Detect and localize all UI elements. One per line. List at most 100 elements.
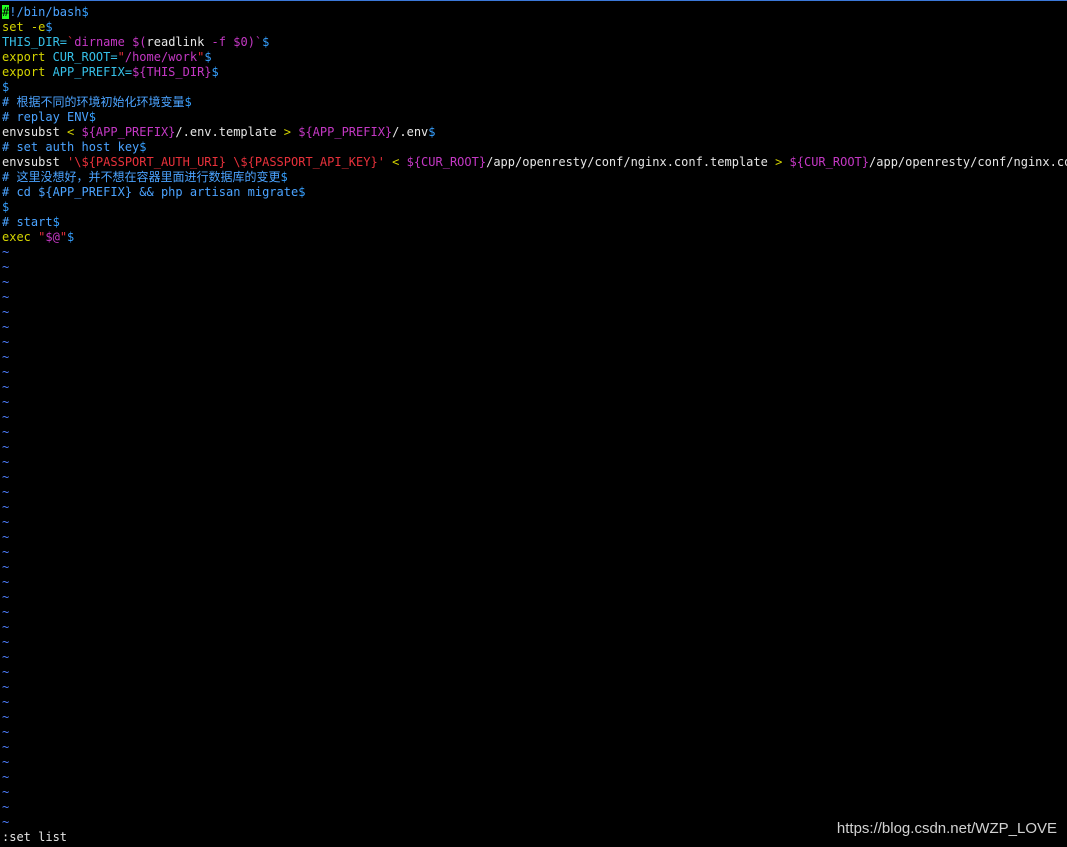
code-line[interactable]: export CUR_ROOT="/home/work"$	[2, 50, 1067, 65]
empty-line-tilde: ~	[2, 350, 10, 364]
code-line[interactable]: THIS_DIR=`dirname $(readlink -f $0)`$	[2, 35, 1067, 50]
empty-line-tilde: ~	[2, 605, 10, 619]
code-line[interactable]: $	[2, 200, 1067, 215]
code-token: >	[775, 155, 790, 169]
code-line[interactable]: export APP_PREFIX=${THIS_DIR}$	[2, 65, 1067, 80]
end-of-line-marker: $	[45, 20, 53, 34]
code-token: /app/openresty/conf/nginx.conf	[869, 155, 1067, 169]
code-line[interactable]: envsubst '\${PASSPORT_AUTH_URI} \${PASSP…	[2, 155, 1067, 170]
end-of-line-marker: $	[81, 5, 89, 19]
code-token: /home/work	[124, 50, 198, 64]
code-token: APP_PREFIX=	[52, 65, 133, 79]
code-line[interactable]: # cd ${APP_PREFIX} && php artisan migrat…	[2, 185, 1067, 200]
end-of-line-marker: $	[88, 110, 96, 124]
empty-line-tilde: ~	[2, 650, 10, 664]
code-token: # 根据不同的环境初始化环境变量	[2, 95, 185, 109]
end-of-line-marker: $	[298, 185, 306, 199]
code-line[interactable]: # set auth host key$	[2, 140, 1067, 155]
empty-line-tilde: ~	[2, 290, 10, 304]
empty-line-tilde: ~	[2, 500, 10, 514]
code-token: CUR_ROOT=	[52, 50, 118, 64]
code-token: export	[2, 65, 53, 79]
code-line[interactable]: #!/bin/bash$	[2, 5, 1067, 20]
code-token: exec	[2, 230, 39, 244]
end-of-line-marker: $	[184, 95, 192, 109]
end-of-line-marker: $	[262, 35, 270, 49]
code-line[interactable]: set -e$	[2, 20, 1067, 35]
empty-line-tilde: ~	[2, 620, 10, 634]
empty-line-tilde: ~	[2, 395, 10, 409]
code-token: )`	[247, 35, 263, 49]
empty-line-tilde: ~	[2, 725, 10, 739]
empty-line-tilde: ~	[2, 665, 10, 679]
code-line[interactable]: # replay ENV$	[2, 110, 1067, 125]
code-line[interactable]: exec "$@"$	[2, 230, 1067, 245]
empty-line-tilde: ~	[2, 545, 10, 559]
empty-line-tilde: ~	[2, 785, 10, 799]
terminal-window[interactable]: #!/bin/bash$ set -e$ THIS_DIR=`dirname $(r…	[0, 0, 1067, 847]
code-token: # 这里没想好，并不想在容器里面进行数据库的变更	[2, 170, 281, 184]
empty-line-tilde: ~	[2, 560, 10, 574]
empty-line-tilde: ~	[2, 800, 10, 814]
end-of-line-marker: $	[2, 200, 10, 214]
empty-line-tilde: ~	[2, 635, 10, 649]
code-token: # cd ${APP_PREFIX} && php artisan migrat…	[2, 185, 299, 199]
empty-line-tilde: ~	[2, 320, 10, 334]
code-token: "	[117, 50, 125, 64]
end-of-line-marker: $	[280, 170, 288, 184]
code-token: # replay ENV	[2, 110, 89, 124]
empty-line-tilde: ~	[2, 710, 10, 724]
empty-line-tilde: ~	[2, 470, 10, 484]
code-token: $0	[233, 35, 248, 49]
empty-line-tilde: ~	[2, 365, 10, 379]
empty-line-tilde: ~	[2, 440, 10, 454]
end-of-line-marker: $	[67, 230, 75, 244]
code-token: ${THIS_DIR}	[132, 65, 212, 79]
empty-line-tilde: ~	[2, 740, 10, 754]
code-token: '\${PASSPORT_AUTH_URI} \${PASSPORT_API_K…	[67, 155, 385, 169]
empty-line-tilde: ~	[2, 425, 10, 439]
code-token: -f	[211, 35, 234, 49]
code-token: ${CUR_ROOT}	[406, 155, 487, 169]
code-line[interactable]: $	[2, 80, 1067, 95]
code-token: /app/openresty/conf/nginx.conf.template	[486, 155, 776, 169]
code-token: export	[2, 50, 53, 64]
code-token: ${APP_PREFIX}	[81, 125, 176, 139]
empty-line-tilde: ~	[2, 260, 10, 274]
code-token: >	[283, 125, 299, 139]
code-token: # set auth host key	[2, 140, 140, 154]
code-line[interactable]: # 这里没想好，并不想在容器里面进行数据库的变更$	[2, 170, 1067, 185]
code-line[interactable]: envsubst < ${APP_PREFIX}/.env.template >…	[2, 125, 1067, 140]
code-token: set -e	[2, 20, 46, 34]
empty-line-tilde: ~	[2, 590, 10, 604]
empty-line-tilde: ~	[2, 335, 10, 349]
code-token: "	[59, 230, 68, 244]
code-token: /.env.template	[175, 125, 284, 139]
vim-command-line[interactable]: :set list	[2, 830, 67, 845]
empty-line-tilde: ~	[2, 245, 10, 259]
empty-line-tilde: ~	[2, 755, 10, 769]
code-token: THIS_DIR=	[2, 35, 68, 49]
code-token: readlink	[146, 35, 212, 49]
code-token: envsubst	[2, 125, 68, 139]
empty-line-tilde: ~	[2, 485, 10, 499]
empty-line-tilde: ~	[2, 455, 10, 469]
code-line[interactable]: # start$	[2, 215, 1067, 230]
empty-line-tilde: ~	[2, 695, 10, 709]
empty-line-tilde: ~	[2, 410, 10, 424]
code-token: $(	[132, 35, 147, 49]
empty-line-tilde: ~	[2, 305, 10, 319]
code-token: ${CUR_ROOT}	[789, 155, 870, 169]
code-token: dirname	[74, 35, 133, 49]
code-token: $@	[45, 230, 60, 244]
watermark: https://blog.csdn.net/WZP_LOVE	[836, 820, 1057, 837]
code-token: !/bin/bash	[9, 5, 82, 19]
empty-line-tilde: ~	[2, 275, 10, 289]
end-of-line-marker: $	[139, 140, 147, 154]
end-of-line-marker: $	[211, 65, 219, 79]
empty-line-tilde: ~	[2, 530, 10, 544]
end-of-line-marker: $	[428, 125, 436, 139]
code-line[interactable]: # 根据不同的环境初始化环境变量$	[2, 95, 1067, 110]
vim-editor-buffer[interactable]: #!/bin/bash$ set -e$ THIS_DIR=`dirname $(r…	[2, 5, 1067, 830]
code-token: envsubst	[2, 155, 68, 169]
